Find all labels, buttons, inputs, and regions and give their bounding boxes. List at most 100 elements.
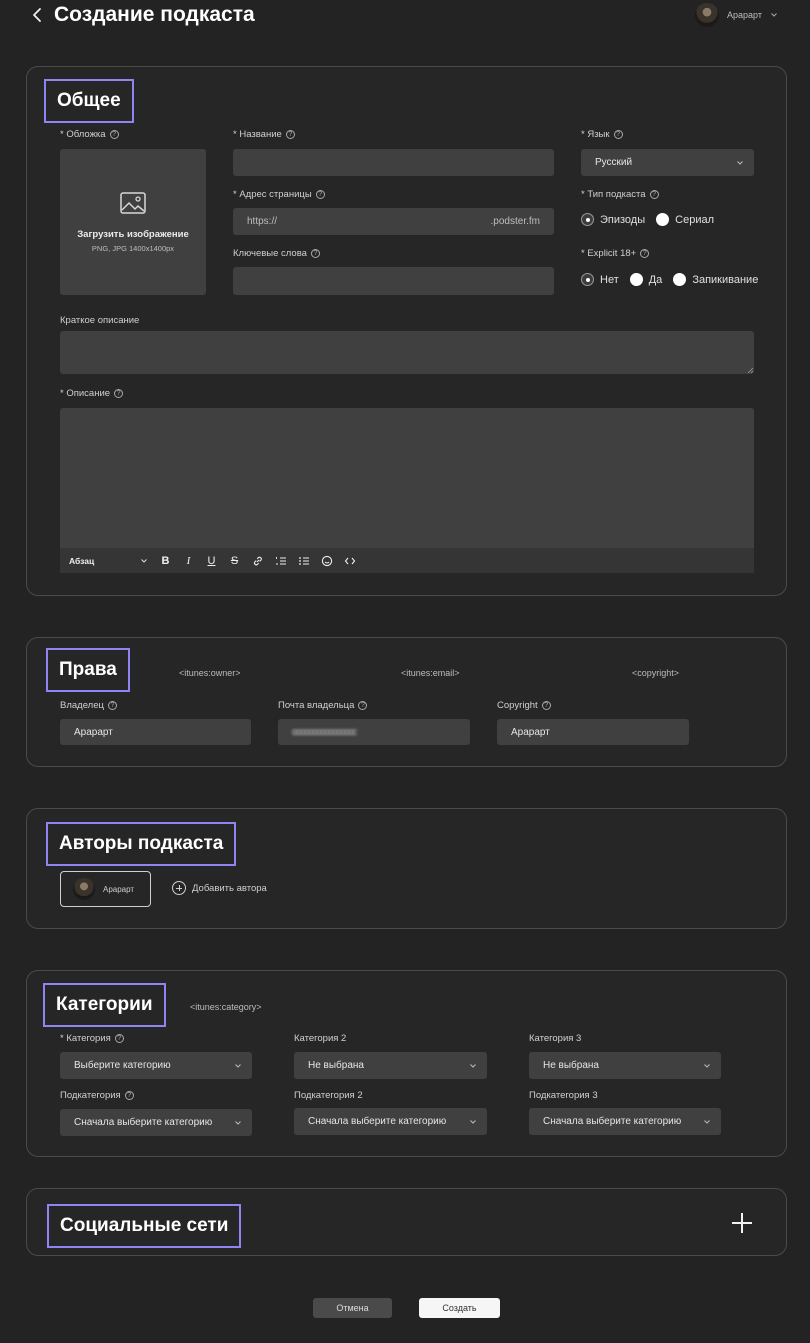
avatar	[73, 878, 95, 900]
cover-upload[interactable]: Загрузить изображение PNG, JPG 1400x1400…	[60, 149, 206, 295]
short-description-label: Краткое описание	[60, 315, 140, 326]
category3-select[interactable]: Не выбрана	[529, 1052, 721, 1079]
cancel-button[interactable]: Отмена	[313, 1298, 392, 1318]
description-editor[interactable]: Абзац B I U S	[60, 408, 754, 573]
cover-upload-hint: PNG, JPG 1400x1400px	[91, 244, 175, 253]
owner-email-input[interactable]: cccccccccccccccc	[278, 719, 470, 745]
owner-email-value: cccccccccccccccc	[292, 726, 357, 738]
keywords-input[interactable]	[233, 267, 554, 295]
plus-circle-icon	[172, 881, 186, 895]
category3-label: Категория 3	[529, 1033, 582, 1044]
section-title-categories: Категории	[43, 983, 166, 1027]
short-description-input[interactable]	[60, 331, 754, 374]
image-icon	[120, 192, 146, 214]
code-icon[interactable]	[338, 551, 361, 571]
subcategory3-select[interactable]: Сначала выберите категорию	[529, 1108, 721, 1135]
radio-button[interactable]	[656, 213, 670, 226]
subcategory1-select[interactable]: Сначала выберите категорию	[60, 1109, 252, 1136]
editor-toolbar: Абзац B I U S	[60, 548, 754, 573]
explicit-radio-group: Нет Да Запикивание	[581, 273, 769, 286]
address-suffix: .podster.fm	[490, 216, 540, 227]
radio-button[interactable]	[581, 213, 594, 226]
help-icon[interactable]: ?	[315, 190, 325, 199]
bold-icon[interactable]: B	[154, 551, 177, 571]
subcategory1-value: Сначала выберите категорию	[74, 1117, 213, 1128]
resize-handle-icon[interactable]	[747, 367, 754, 374]
tag-itunes-email: <itunes:email>	[401, 668, 460, 678]
avatar	[695, 3, 719, 27]
category2-value: Не выбрана	[308, 1060, 364, 1071]
category2-label: Категория 2	[294, 1033, 347, 1044]
radio-button[interactable]	[581, 273, 594, 286]
radio-serial[interactable]: Сериал	[656, 213, 714, 226]
tag-itunes-owner: <itunes:owner>	[179, 668, 241, 678]
help-icon[interactable]: ?	[124, 1091, 134, 1100]
plus-icon[interactable]	[732, 1213, 752, 1233]
owner-input[interactable]: Арарарт	[60, 719, 251, 745]
subcategory1-label: Подкатегория?	[60, 1090, 134, 1101]
general-section: Общее * Обложка? Загрузить изображение P…	[26, 66, 787, 596]
cover-upload-title: Загрузить изображение	[77, 229, 189, 240]
radio-no[interactable]: Нет	[581, 273, 619, 286]
subcategory3-value: Сначала выберите категорию	[543, 1116, 682, 1127]
help-icon[interactable]: ?	[310, 249, 320, 258]
category1-value: Выберите категорию	[74, 1060, 171, 1071]
radio-button[interactable]	[629, 273, 643, 286]
help-icon[interactable]: ?	[114, 1034, 124, 1043]
radio-button[interactable]	[673, 273, 687, 286]
podcast-type-label: * Тип подкаста?	[581, 189, 659, 200]
help-icon[interactable]: ?	[649, 190, 659, 199]
chevron-down-icon	[737, 160, 743, 165]
category1-select[interactable]: Выберите категорию	[60, 1052, 252, 1079]
owner-email-label: Почта владельца?	[278, 700, 368, 711]
author-chip[interactable]: Арарарт	[60, 871, 151, 907]
help-icon[interactable]: ?	[285, 130, 295, 139]
link-icon[interactable]	[246, 551, 269, 571]
help-icon[interactable]: ?	[114, 389, 124, 398]
strikethrough-icon[interactable]: S	[223, 551, 246, 571]
category1-label: * Категория?	[60, 1033, 124, 1044]
user-menu[interactable]: Арарарт	[695, 3, 778, 27]
chevron-down-icon	[141, 558, 147, 563]
help-icon[interactable]: ?	[640, 249, 650, 258]
podcast-type-radio-group: Эпизоды Сериал	[581, 213, 725, 226]
section-title-rights: Права	[46, 648, 130, 692]
back-icon[interactable]	[30, 6, 46, 24]
subcategory3-label: Подкатегория 3	[529, 1090, 598, 1101]
category2-select[interactable]: Не выбрана	[294, 1052, 487, 1079]
help-icon[interactable]: ?	[613, 130, 623, 139]
section-title-authors: Авторы подкаста	[46, 822, 237, 866]
copyright-input[interactable]: Арарарт	[497, 719, 689, 745]
radio-episodes[interactable]: Эпизоды	[581, 213, 645, 226]
chevron-down-icon	[771, 13, 777, 17]
address-input[interactable]: https:// .podster.fm	[233, 208, 554, 235]
language-value: Русский	[595, 157, 633, 168]
rights-section: Права <itunes:owner> <itunes:email> <cop…	[26, 637, 787, 767]
copyright-label: Copyright?	[497, 700, 551, 711]
help-icon[interactable]: ?	[541, 701, 551, 710]
help-icon[interactable]: ?	[109, 130, 119, 139]
cover-label: * Обложка?	[60, 129, 119, 140]
help-icon[interactable]: ?	[358, 701, 368, 710]
radio-beep[interactable]: Запикивание	[673, 273, 758, 286]
author-name: Арарарт	[103, 884, 135, 894]
italic-icon[interactable]: I	[177, 551, 200, 571]
subcategory2-value: Сначала выберите категорию	[308, 1116, 447, 1127]
add-author-button[interactable]: Добавить автора	[172, 881, 267, 895]
language-select[interactable]: Русский	[581, 149, 754, 176]
explicit-label: * Explicit 18+?	[581, 248, 650, 259]
radio-yes[interactable]: Да	[629, 273, 662, 286]
subcategory2-select[interactable]: Сначала выберите категорию	[294, 1108, 487, 1135]
section-title-social: Социальные сети	[47, 1204, 242, 1248]
bullet-list-icon[interactable]	[292, 551, 315, 571]
ordered-list-icon[interactable]	[269, 551, 292, 571]
name-input[interactable]	[233, 149, 554, 176]
help-icon[interactable]: ?	[107, 701, 117, 710]
emoji-icon[interactable]	[315, 551, 338, 571]
chevron-down-icon	[704, 1119, 710, 1124]
underline-icon[interactable]: U	[200, 551, 223, 571]
tag-itunes-category: <itunes:category>	[190, 1002, 262, 1012]
format-select[interactable]: Абзац	[69, 556, 154, 566]
create-button[interactable]: Создать	[419, 1298, 500, 1318]
chevron-down-icon	[470, 1063, 476, 1068]
